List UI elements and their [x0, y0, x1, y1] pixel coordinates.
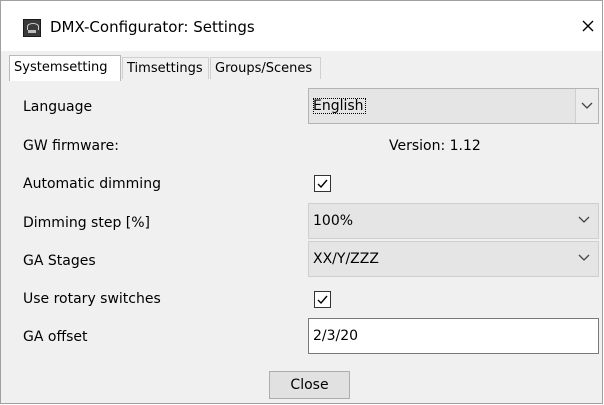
- close-button[interactable]: Close: [269, 371, 350, 399]
- dimming-step-select[interactable]: 100%: [308, 203, 599, 239]
- close-icon[interactable]: [577, 15, 599, 37]
- tab-systemsetting[interactable]: Systemsetting: [9, 55, 121, 81]
- ga-stages-select[interactable]: XX/Y/ZZZ: [308, 241, 599, 277]
- tab-timsettings[interactable]: Timsettings: [122, 57, 209, 79]
- language-select[interactable]: English: [308, 88, 599, 124]
- ga-stages-value: XX/Y/ZZZ: [313, 251, 379, 267]
- chevron-down-icon: [581, 102, 593, 109]
- systemsetting-panel: Language English GW firmware: Version: 1…: [9, 81, 599, 364]
- checkmark-icon: [317, 295, 328, 305]
- dimming-step-value: 100%: [313, 213, 354, 229]
- chevron-down-icon: [578, 254, 590, 261]
- language-label: Language: [23, 99, 93, 115]
- chevron-down-icon: [578, 216, 590, 223]
- language-value: English: [313, 98, 366, 114]
- tab-bar: Systemsetting Timsettings Groups/Scenes: [9, 55, 599, 82]
- window-title: DMX-Configurator: Settings: [50, 18, 255, 36]
- rotary-switches-checkbox[interactable]: [314, 291, 331, 308]
- ga-stages-label: GA Stages: [23, 253, 96, 269]
- ga-offset-input[interactable]: [308, 318, 599, 354]
- tab-groups-scenes[interactable]: Groups/Scenes: [210, 57, 321, 79]
- language-dropdown-button[interactable]: [575, 89, 598, 123]
- rotary-switches-label: Use rotary switches: [23, 291, 161, 307]
- automatic-dimming-label: Automatic dimming: [23, 176, 161, 192]
- settings-window: DMX-Configurator: Settings Systemsetting…: [0, 0, 603, 404]
- dimming-step-label: Dimming step [%]: [23, 215, 151, 231]
- footer-separator: [9, 364, 599, 365]
- title-bar: DMX-Configurator: Settings: [1, 1, 602, 51]
- ga-offset-label: GA offset: [23, 329, 88, 345]
- gw-firmware-version: Version: 1.12: [389, 138, 481, 154]
- gw-firmware-label: GW firmware:: [23, 138, 119, 154]
- checkmark-icon: [317, 179, 328, 189]
- automatic-dimming-checkbox[interactable]: [314, 175, 331, 192]
- app-settings-icon: [23, 19, 41, 37]
